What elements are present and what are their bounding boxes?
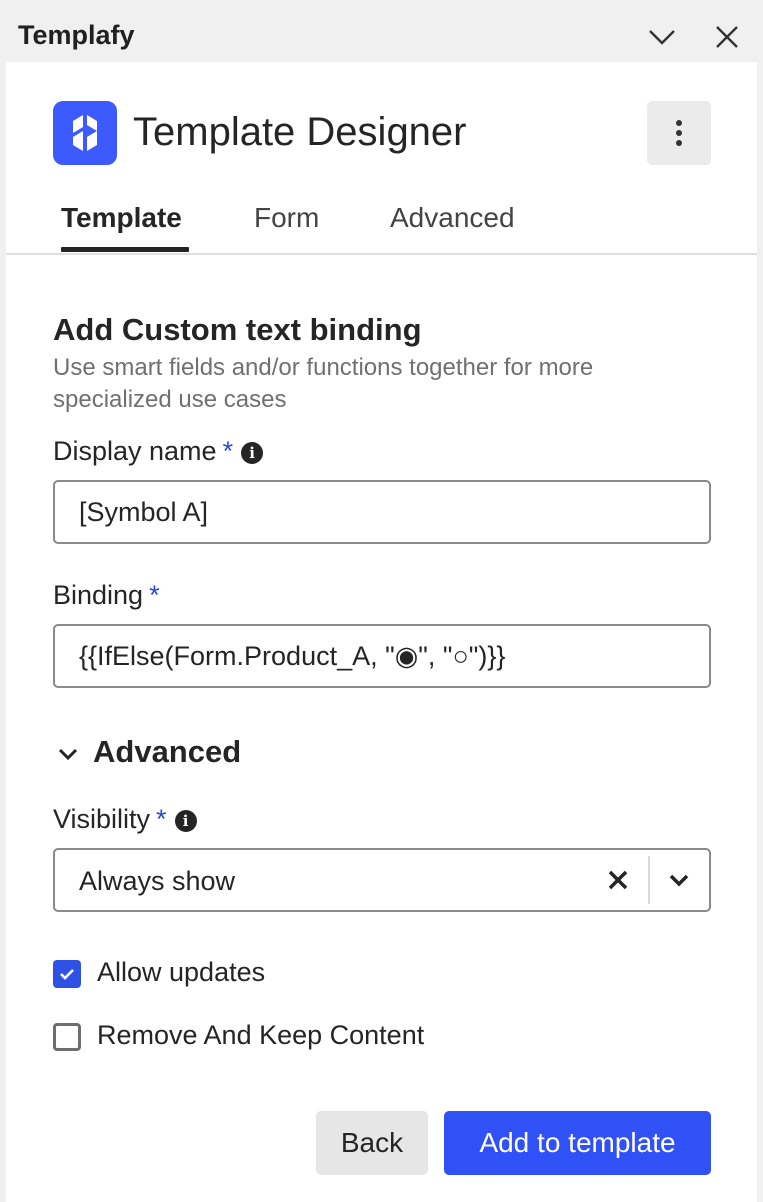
info-icon[interactable]: i [241, 442, 264, 464]
tab-form[interactable]: Form [254, 202, 319, 234]
display-name-label: Display name * i [53, 436, 264, 467]
tab-advanced[interactable]: Advanced [390, 202, 515, 234]
close-icon[interactable] [712, 22, 742, 52]
tabs-divider [6, 253, 757, 255]
section-description: Use smart fields and/or functions togeth… [53, 354, 594, 413]
tab-template[interactable]: Template [61, 202, 182, 234]
section-title: Add Custom text binding [53, 312, 422, 347]
info-icon[interactable]: i [174, 810, 197, 832]
checkmark-icon [60, 969, 74, 980]
visibility-selected-value: Always show [79, 866, 236, 896]
required-marker: * [156, 804, 167, 834]
chevron-down-icon[interactable] [666, 867, 692, 893]
remove-keep-content-checkbox[interactable] [53, 1023, 81, 1051]
remove-keep-content-label: Remove And Keep Content [97, 1020, 425, 1050]
visibility-label: Visibility * i [53, 804, 197, 835]
app-name: Templafy [18, 20, 135, 50]
advanced-section-label: Advanced [93, 734, 242, 769]
required-marker: * [149, 580, 160, 610]
back-button[interactable]: Back [316, 1111, 428, 1175]
display-name-input[interactable] [53, 480, 711, 544]
chevron-down-icon[interactable] [647, 22, 677, 52]
page-title: Template Designer [133, 110, 467, 154]
visibility-select[interactable]: Always show [53, 848, 711, 912]
templafy-logo-icon [53, 101, 117, 165]
window-titlebar: Templafy [0, 0, 763, 62]
designer-panel: Template Designer Template Form Advanced… [6, 62, 757, 1202]
select-divider [648, 856, 650, 904]
binding-label: Binding * [53, 580, 160, 611]
display-name-label-text: Display name [53, 436, 217, 466]
chevron-down-icon [58, 748, 78, 761]
more-options-button[interactable] [647, 101, 711, 165]
binding-input[interactable] [53, 624, 711, 688]
required-marker: * [222, 436, 234, 466]
allow-updates-label: Allow updates [97, 957, 266, 987]
binding-label-text: Binding [53, 580, 144, 610]
visibility-label-text: Visibility [53, 804, 151, 834]
allow-updates-checkbox[interactable] [53, 960, 81, 988]
add-to-template-button[interactable]: Add to template [444, 1111, 711, 1175]
clear-icon[interactable] [605, 867, 631, 893]
active-tab-indicator [61, 247, 189, 252]
